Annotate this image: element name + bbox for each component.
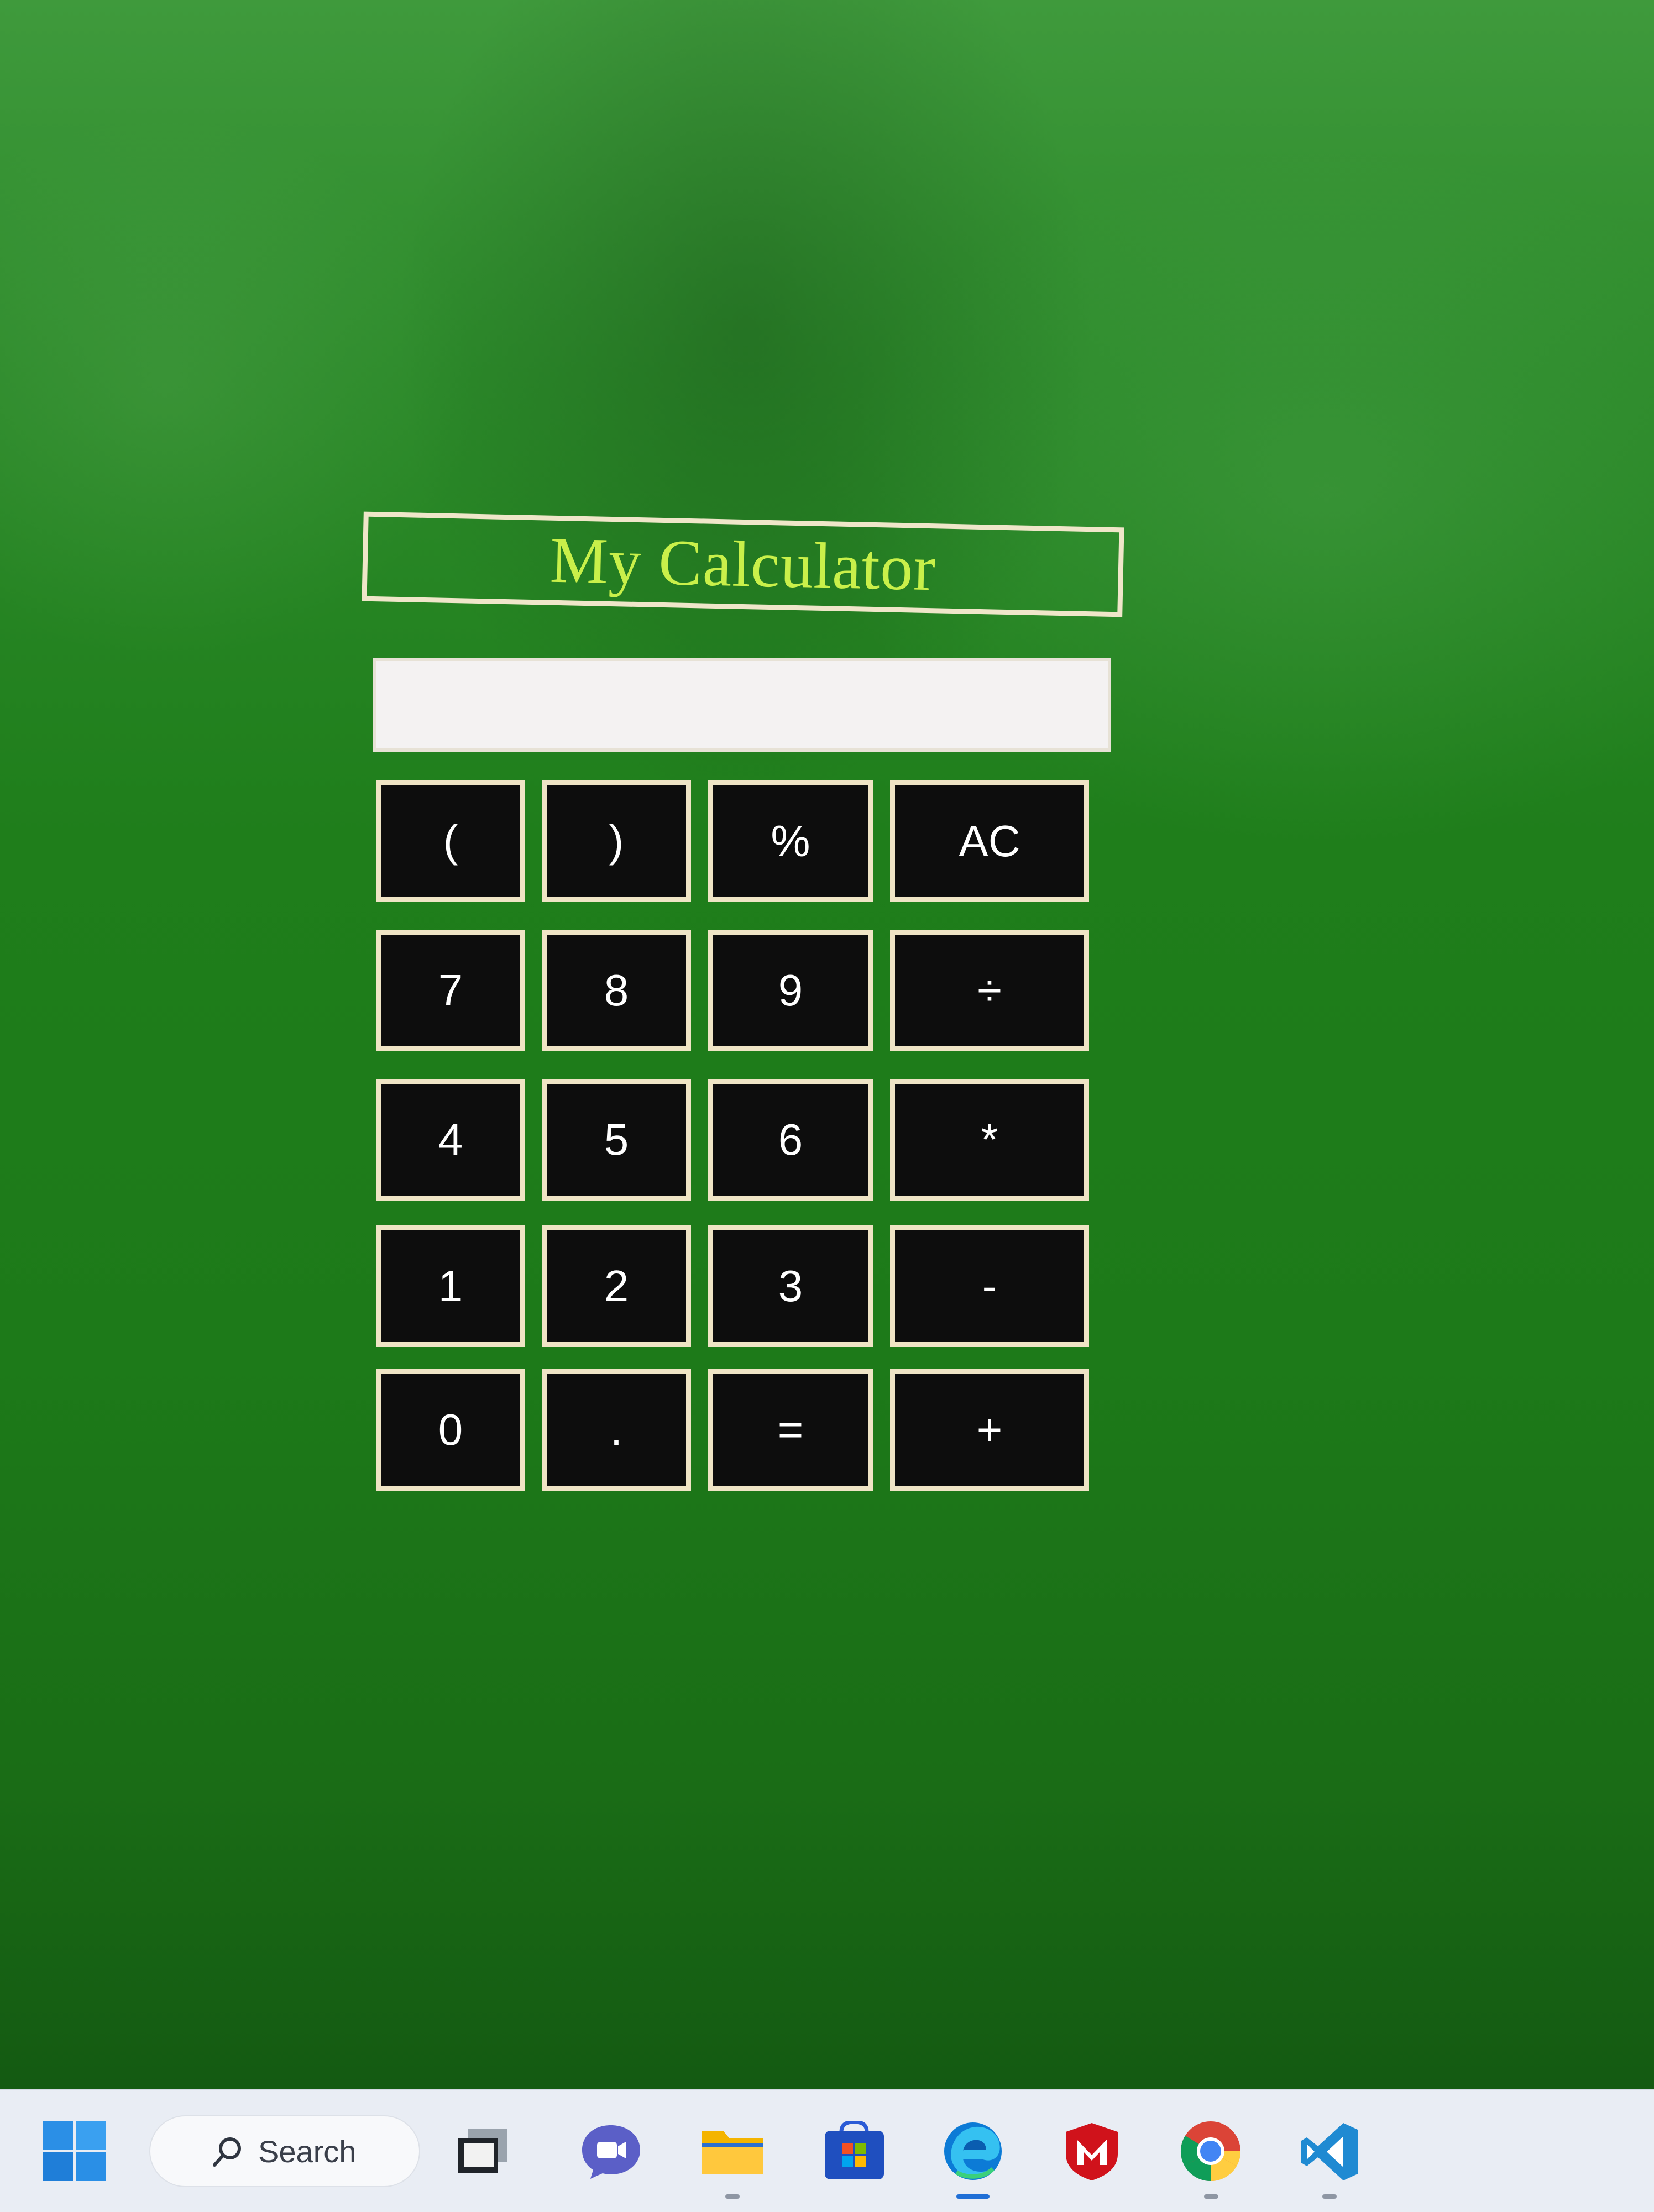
key-9[interactable]: 9 (708, 930, 873, 1051)
key-8[interactable]: 8 (542, 930, 691, 1051)
key-add[interactable]: + (890, 1369, 1089, 1491)
vscode-icon[interactable] (1296, 2118, 1363, 2184)
chrome-running-indicator (1204, 2194, 1218, 2199)
microsoft-store-icon[interactable] (821, 2118, 887, 2184)
teams-chat-icon[interactable] (578, 2118, 644, 2184)
calculator-display[interactable] (373, 658, 1111, 752)
search-icon (213, 2137, 241, 2167)
key-6[interactable]: 6 (708, 1079, 873, 1201)
key-5[interactable]: 5 (542, 1079, 691, 1201)
key-multiply[interactable]: * (890, 1079, 1089, 1201)
file-explorer-icon[interactable] (699, 2118, 766, 2184)
taskbar: Search (0, 2089, 1654, 2212)
edge-icon[interactable] (940, 2118, 1006, 2184)
key-open-paren[interactable]: ( (376, 780, 525, 902)
chrome-icon[interactable] (1177, 2118, 1244, 2184)
key-0[interactable]: 0 (376, 1369, 525, 1491)
key-equals[interactable]: = (708, 1369, 873, 1491)
key-3[interactable]: 3 (708, 1225, 873, 1347)
key-all-clear[interactable]: AC (890, 780, 1089, 902)
file-explorer-running-indicator (725, 2194, 740, 2199)
key-7[interactable]: 7 (376, 930, 525, 1051)
task-view-icon[interactable] (451, 2118, 517, 2184)
calculator-title-box: My Calculator (362, 511, 1124, 617)
calculator-title: My Calculator (549, 523, 937, 605)
key-1[interactable]: 1 (376, 1225, 525, 1347)
desktop-screen: My Calculator ()% AC 7 8 9 ÷ 4 5 6 * 1 2 3- 0. = + (0, 0, 1654, 2089)
mcafee-icon[interactable] (1059, 2118, 1125, 2184)
search-label: Search (258, 2134, 357, 2169)
taskbar-search[interactable]: Search (149, 2115, 420, 2187)
key-subtract[interactable]: - (890, 1225, 1089, 1347)
key-close-paren[interactable]: ) (542, 780, 691, 902)
edge-active-indicator (956, 2194, 990, 2199)
key-decimal[interactable]: . (542, 1369, 691, 1491)
start-icon[interactable] (41, 2118, 108, 2184)
key-2[interactable]: 2 (542, 1225, 691, 1347)
key-4[interactable]: 4 (376, 1079, 525, 1201)
key-divide[interactable]: ÷ (890, 930, 1089, 1051)
key-percent[interactable]: % (708, 780, 873, 902)
vscode-running-indicator (1322, 2194, 1337, 2199)
